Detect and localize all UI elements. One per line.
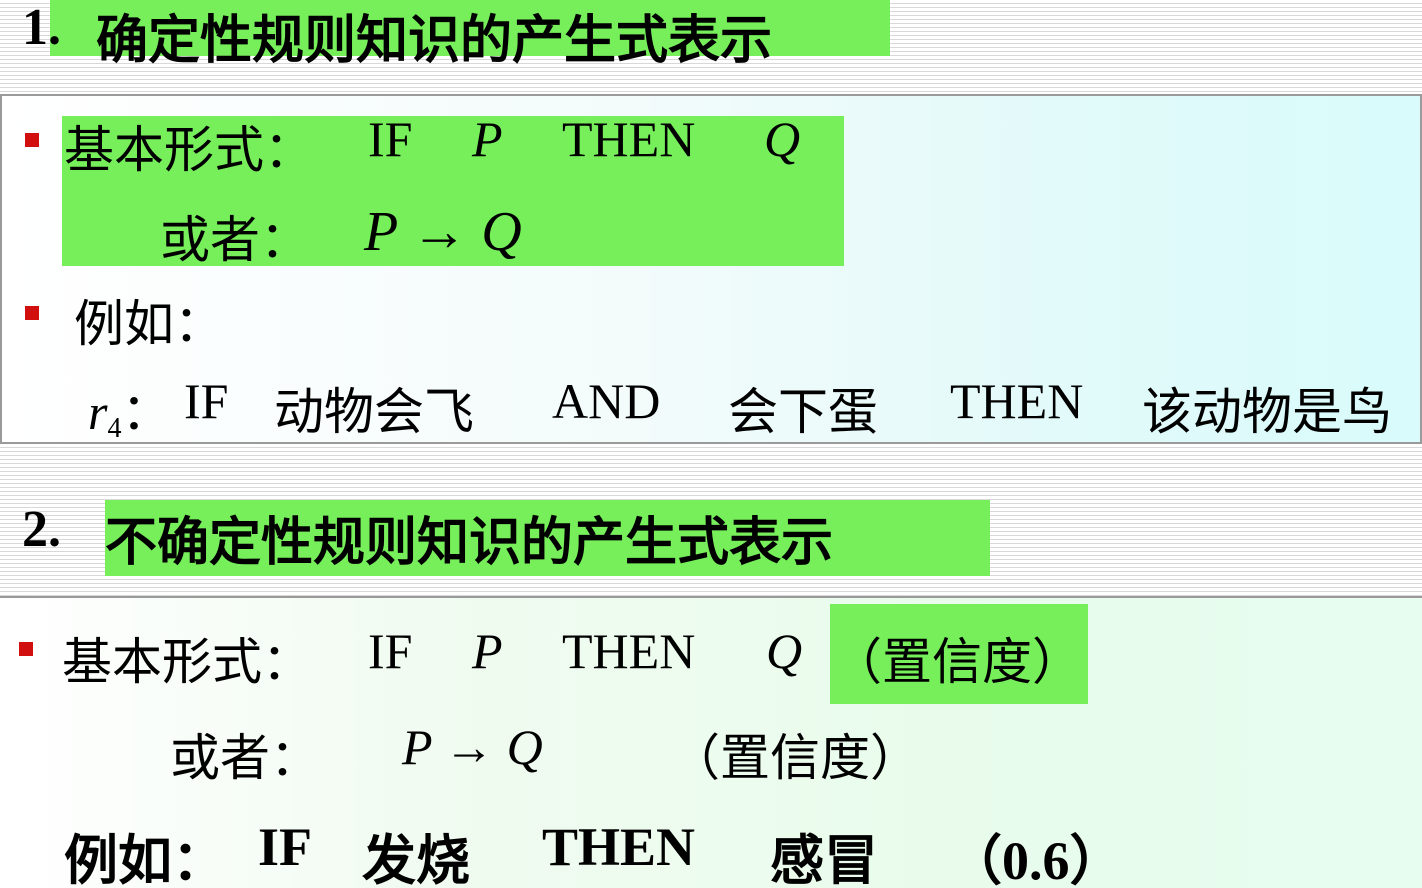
conclusion-q-2: Q	[766, 623, 803, 679]
basic-form-label: 基本形式：	[64, 122, 314, 178]
rule-r-symbol: r	[88, 384, 108, 440]
basic-form-label-2: 基本形式：	[62, 634, 312, 690]
example-and: AND	[552, 373, 661, 429]
conclusion-q: Q	[764, 111, 801, 167]
bullet-basic-form	[25, 133, 39, 147]
example-if: IF	[184, 373, 229, 429]
example-condition-fly: 动物会飞	[274, 384, 474, 440]
example-result-bird: 该动物是鸟	[1142, 384, 1392, 440]
section2-number: 2.	[22, 501, 61, 558]
example-then: THEN	[950, 373, 1084, 429]
section1-number: 1.	[22, 0, 61, 56]
section1-panel: 基本形式： IF P THEN Q 或者： P → Q 例如： r4： IF 动…	[0, 94, 1422, 444]
example-label: 例如：	[74, 296, 224, 352]
confidence-label: （置信度）	[832, 634, 1082, 690]
section1-title: 确定性规则知识的产生式表示	[96, 13, 773, 70]
if-keyword-2: IF	[368, 623, 413, 679]
premise-p-2: P	[472, 623, 503, 679]
section2-title: 不确定性规则知识的产生式表示	[105, 515, 834, 572]
example-if-2: IF	[258, 817, 312, 877]
example-confidence-value: （0.6）	[948, 831, 1124, 888]
implication-expression-2: P → Q	[402, 719, 543, 775]
then-keyword: THEN	[562, 111, 696, 167]
if-keyword: IF	[368, 111, 413, 167]
bullet-example	[25, 306, 39, 320]
example-rule-r4: r4：	[88, 372, 172, 444]
example-condition-fever: 发烧	[362, 831, 470, 888]
implication-expression: P → Q	[364, 201, 522, 263]
rule-subscript: 4	[107, 413, 122, 444]
or-label: 或者：	[160, 212, 310, 268]
bullet-basic-form-2	[19, 642, 33, 656]
example-label-2: 例如：	[64, 831, 226, 888]
example-result-cold: 感冒	[770, 831, 878, 888]
section2-panel: 基本形式： IF P THEN Q （置信度） 或者： P → Q （置信度） …	[0, 596, 1422, 888]
example-condition-eggs: 会下蛋	[728, 384, 878, 440]
then-keyword-2: THEN	[562, 623, 696, 679]
example-then-2: THEN	[542, 817, 696, 877]
rule-separator: ：	[121, 384, 172, 440]
confidence-label-2: （置信度）	[670, 730, 920, 786]
premise-p: P	[472, 111, 503, 167]
or-label-2: 或者：	[170, 730, 320, 786]
